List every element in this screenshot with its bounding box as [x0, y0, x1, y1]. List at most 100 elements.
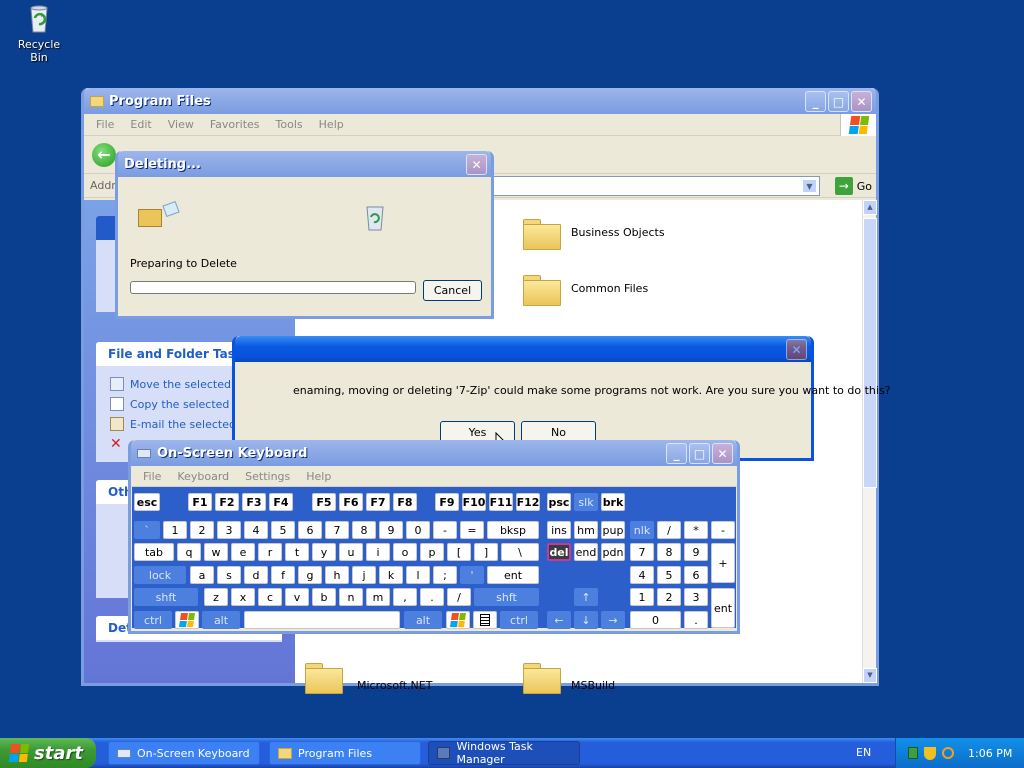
key-x[interactable]: x — [231, 588, 255, 606]
key-esc[interactable]: esc — [134, 493, 160, 511]
folder-item[interactable]: MSBuild — [523, 660, 615, 694]
magnifier-icon[interactable] — [942, 747, 954, 759]
key-F7[interactable]: F7 — [366, 493, 390, 511]
key--[interactable]: - — [711, 521, 735, 539]
close-button[interactable]: ✕ — [786, 339, 807, 360]
key-9[interactable]: 9 — [379, 521, 403, 539]
key-h[interactable]: h — [325, 566, 349, 584]
key-e[interactable]: e — [231, 543, 255, 561]
taskbar-item-osk[interactable]: On-Screen Keyboard — [108, 741, 260, 765]
key-pdn[interactable]: pdn — [601, 543, 625, 561]
menu-settings[interactable]: Settings — [237, 470, 298, 483]
key-.[interactable]: . — [684, 611, 708, 629]
key-F6[interactable]: F6 — [339, 493, 363, 511]
key-f[interactable]: f — [271, 566, 295, 584]
key-F2[interactable]: F2 — [215, 493, 239, 511]
key-8[interactable]: 8 — [352, 521, 376, 539]
key-/[interactable]: / — [447, 588, 471, 606]
key-g[interactable]: g — [298, 566, 322, 584]
key-\[interactable]: \ — [501, 543, 539, 561]
key-.[interactable]: . — [420, 588, 444, 606]
key-6[interactable]: 6 — [298, 521, 322, 539]
key-1[interactable]: 1 — [163, 521, 187, 539]
key-y[interactable]: y — [312, 543, 336, 561]
key-1[interactable]: 1 — [630, 588, 654, 606]
key-ent[interactable]: ent — [711, 588, 735, 628]
key-u[interactable]: u — [339, 543, 363, 561]
key-6[interactable]: 6 — [684, 566, 708, 584]
minimize-button[interactable]: _ — [666, 443, 687, 464]
key-v[interactable]: v — [285, 588, 309, 606]
key-↑[interactable]: ↑ — [574, 588, 598, 606]
windows-key[interactable] — [446, 611, 470, 629]
key-F10[interactable]: F10 — [462, 493, 486, 511]
key-ctrl[interactable]: ctrl — [500, 611, 538, 629]
key-][interactable]: ] — [474, 543, 498, 561]
key-F8[interactable]: F8 — [393, 493, 417, 511]
go-button[interactable]: → Go — [834, 177, 872, 195]
key-9[interactable]: 9 — [684, 543, 708, 561]
menu-key[interactable] — [473, 611, 497, 629]
key-z[interactable]: z — [204, 588, 228, 606]
key-F5[interactable]: F5 — [312, 493, 336, 511]
key-j[interactable]: j — [352, 566, 376, 584]
key-w[interactable]: w — [204, 543, 228, 561]
key-t[interactable]: t — [285, 543, 309, 561]
security-shield-icon[interactable] — [924, 746, 936, 760]
key-↓[interactable]: ↓ — [574, 611, 598, 629]
key-0[interactable]: 0 — [406, 521, 430, 539]
key-7[interactable]: 7 — [630, 543, 654, 561]
menu-file[interactable]: File — [88, 118, 122, 131]
cancel-button[interactable]: Cancel — [423, 280, 482, 301]
osk-titlebar[interactable]: On-Screen Keyboard _ □ ✕ — [131, 440, 737, 466]
key-4[interactable]: 4 — [630, 566, 654, 584]
key-4[interactable]: 4 — [244, 521, 268, 539]
deleting-titlebar[interactable]: Deleting... ✕ — [118, 151, 491, 177]
key-7[interactable]: 7 — [325, 521, 349, 539]
key-*[interactable]: * — [684, 521, 708, 539]
maximize-button[interactable]: □ — [828, 91, 849, 112]
key-nlk[interactable]: nlk — [630, 521, 654, 539]
key-→[interactable]: → — [601, 611, 625, 629]
key-k[interactable]: k — [379, 566, 403, 584]
key-;[interactable]: ; — [433, 566, 457, 584]
folder-item[interactable]: Microsoft.NET — [305, 660, 432, 694]
key-l[interactable]: l — [406, 566, 430, 584]
menu-edit[interactable]: Edit — [122, 118, 159, 131]
chevron-down-icon[interactable]: ▼ — [802, 179, 817, 193]
menu-file[interactable]: File — [135, 470, 169, 483]
explorer-titlebar[interactable]: Program Files _ □ ✕ — [84, 88, 876, 114]
key-F11[interactable]: F11 — [489, 493, 513, 511]
key-2[interactable]: 2 — [657, 588, 681, 606]
key-s[interactable]: s — [217, 566, 241, 584]
taskbar-item-task-manager[interactable]: Windows Task Manager — [428, 740, 580, 766]
key-,[interactable]: , — [393, 588, 417, 606]
key-F1[interactable]: F1 — [188, 493, 212, 511]
key-ctrl[interactable]: ctrl — [134, 611, 172, 629]
deleting-progress-dialog[interactable]: Deleting... ✕ Preparing to Delete Cancel — [115, 151, 494, 319]
recycle-bin-desktop-icon[interactable]: Recycle Bin — [8, 2, 70, 64]
key-'[interactable]: ' — [460, 566, 484, 584]
key-i[interactable]: i — [366, 543, 390, 561]
key-q[interactable]: q — [177, 543, 201, 561]
task-manager-tray-icon[interactable] — [908, 747, 918, 759]
key-←[interactable]: ← — [547, 611, 571, 629]
key-3[interactable]: 3 — [684, 588, 708, 606]
key-shft[interactable]: shft — [474, 588, 539, 606]
confirm-titlebar[interactable]: ✕ — [235, 336, 811, 362]
key-F4[interactable]: F4 — [269, 493, 293, 511]
key-+[interactable]: + — [711, 543, 735, 583]
key-tab[interactable]: tab — [134, 543, 174, 561]
menu-help[interactable]: Help — [311, 118, 352, 131]
scroll-up-icon[interactable]: ▲ — [863, 200, 877, 215]
key-0[interactable]: 0 — [630, 611, 681, 629]
vertical-scrollbar[interactable]: ▲ ▼ — [862, 200, 877, 683]
key-5[interactable]: 5 — [657, 566, 681, 584]
key-del[interactable]: del — [547, 543, 571, 561]
menu-view[interactable]: View — [160, 118, 202, 131]
key-o[interactable]: o — [393, 543, 417, 561]
key-brk[interactable]: brk — [601, 493, 625, 511]
back-arrow-icon[interactable]: ← — [92, 142, 116, 167]
menu-help[interactable]: Help — [298, 470, 339, 483]
key-`[interactable]: ` — [134, 521, 160, 539]
